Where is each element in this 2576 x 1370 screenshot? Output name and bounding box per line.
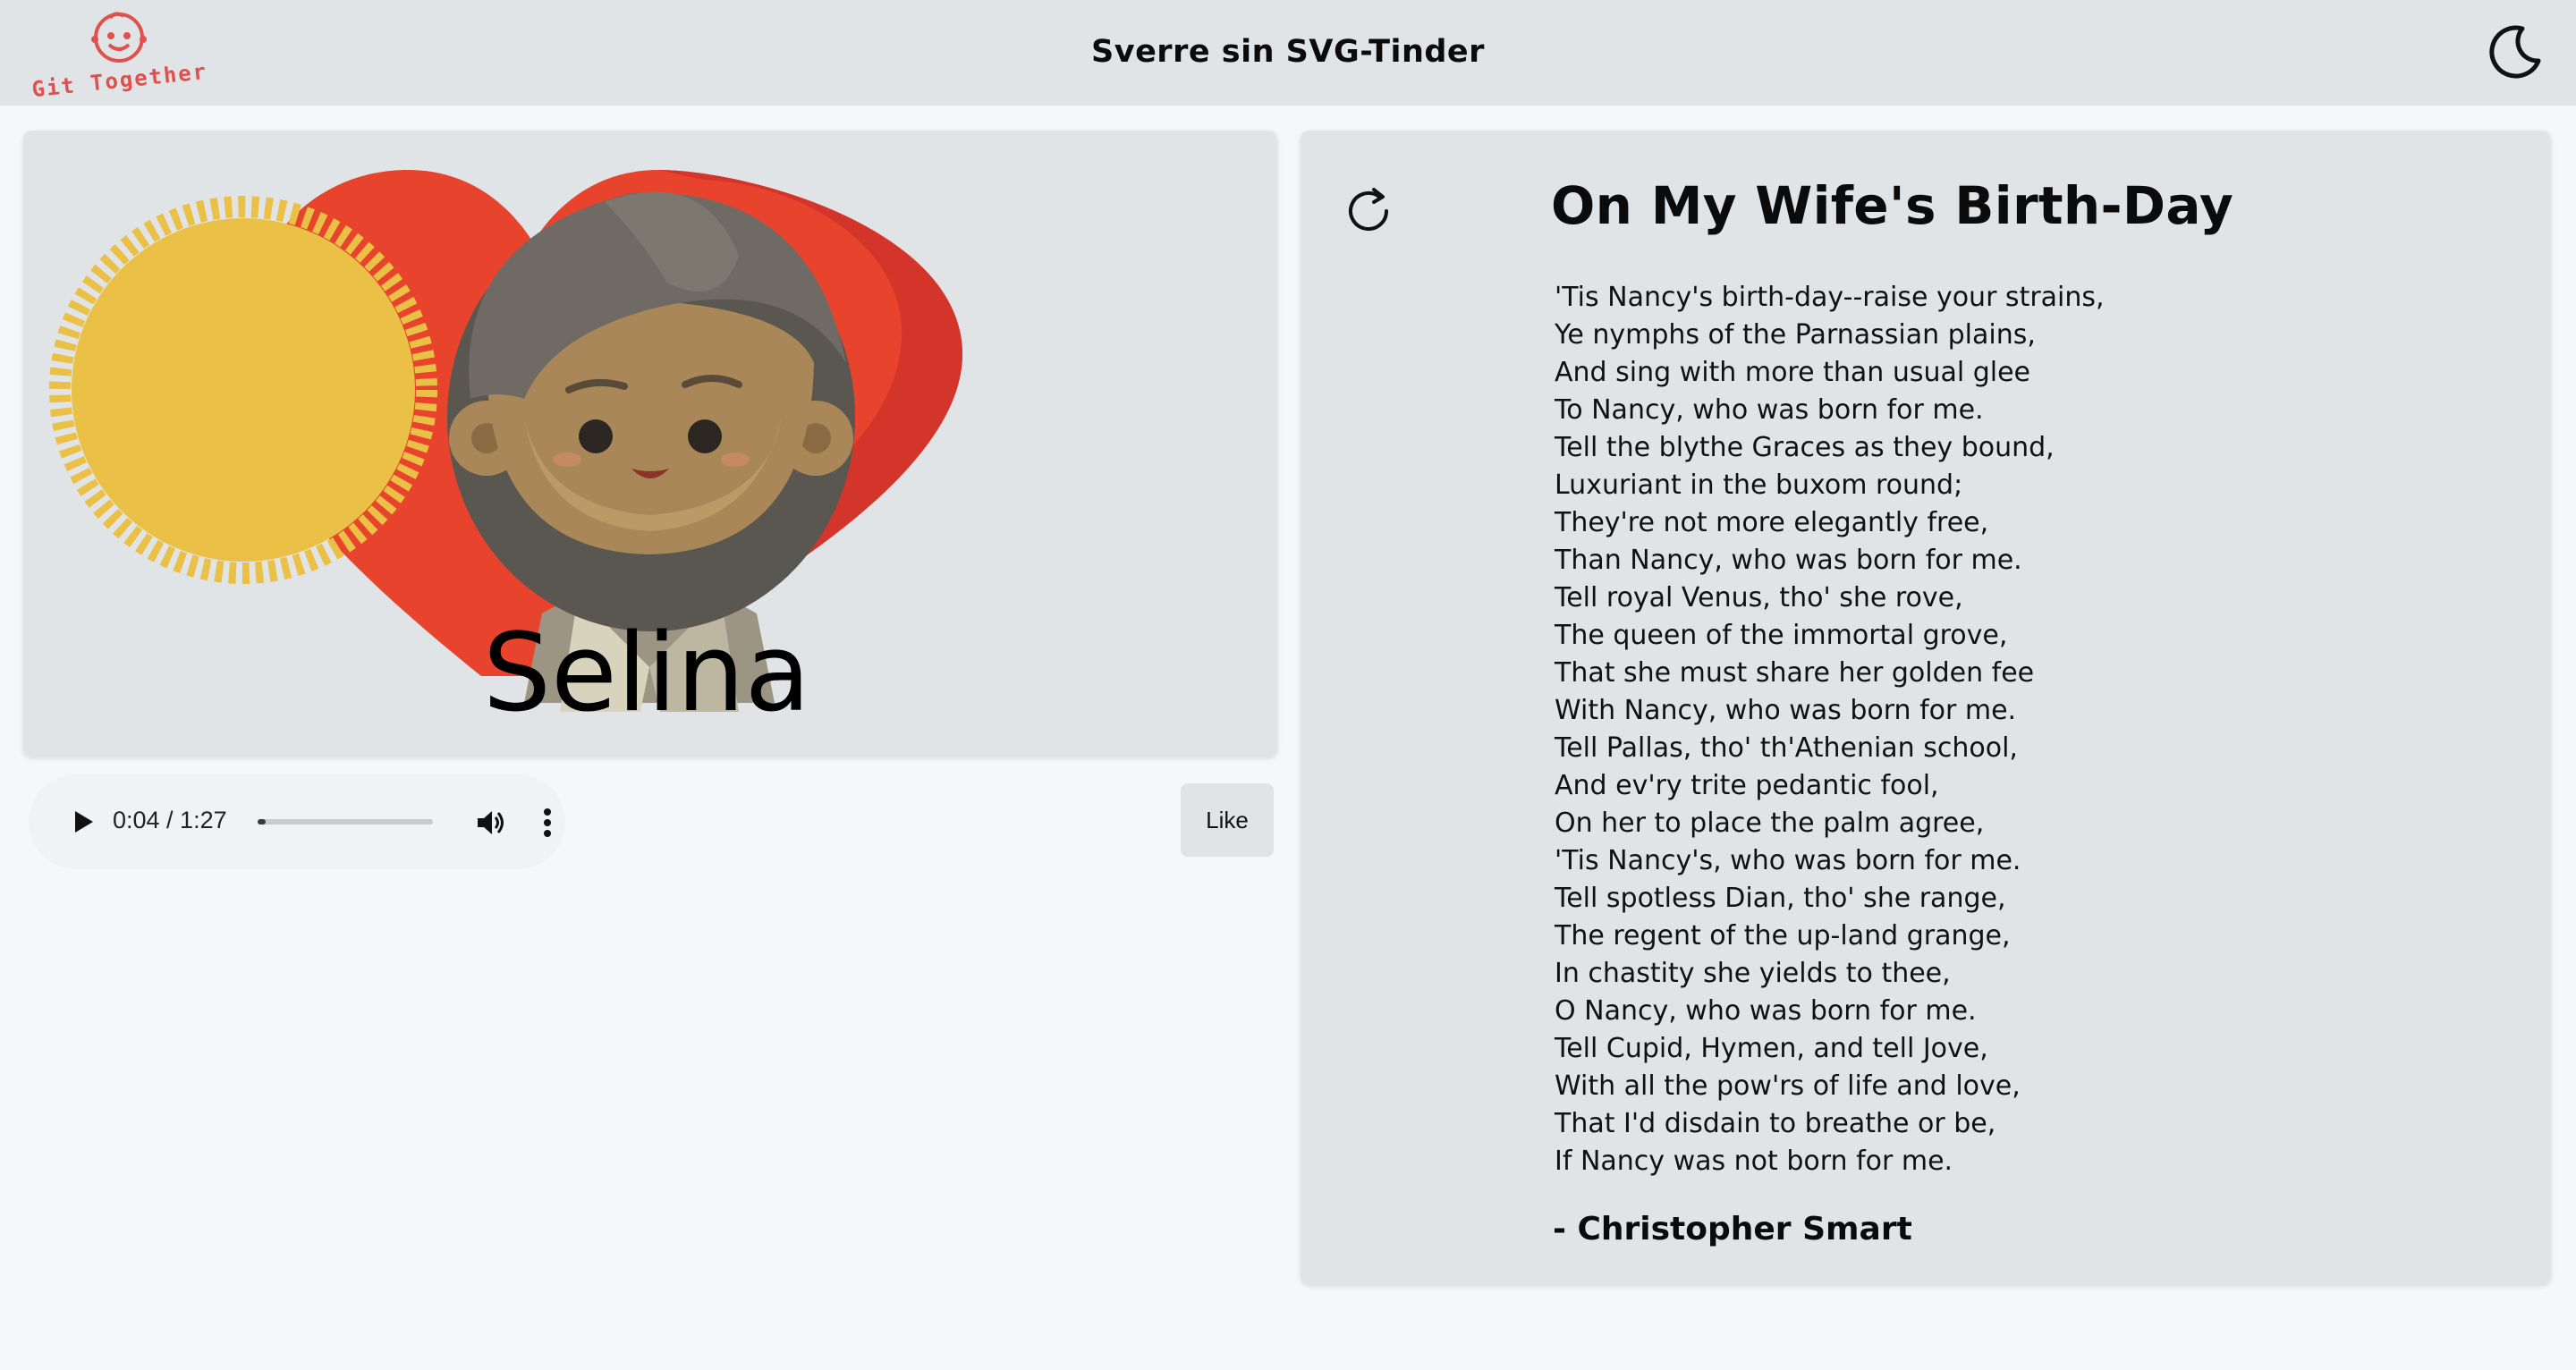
refresh-icon[interactable] <box>1343 184 1397 238</box>
poem-line: The queen of the immortal grove, <box>1555 620 2008 651</box>
poem-title: On My Wife's Birth-Day <box>1551 175 2234 236</box>
poem-line: Than Nancy, who was born for me. <box>1555 545 2022 576</box>
audio-progress-fill <box>258 819 267 825</box>
poem-line: If Nancy was not born for me. <box>1555 1146 1953 1177</box>
poem-line: Ye nymphs of the Parnassian plains, <box>1555 319 2036 351</box>
profile-name: Selina <box>482 612 811 736</box>
poem-line: Tell the blythe Graces as they bound, <box>1555 432 2055 463</box>
poem-line: With Nancy, who was born for me. <box>1555 695 2017 726</box>
moon-icon[interactable] <box>2483 20 2546 82</box>
poem-line: O Nancy, who was born for me. <box>1555 995 1977 1027</box>
poem-line: That she must share her golden fee <box>1555 657 2035 689</box>
poem-line: Tell Pallas, tho' th'Athenian school, <box>1555 732 2018 764</box>
poem-card: On My Wife's Birth-Day 'Tis Nancy's birt… <box>1301 131 2551 1284</box>
poem-line: That I'd disdain to breathe or be, <box>1555 1108 1996 1139</box>
audio-player[interactable]: 0:04 / 1:27 <box>29 774 565 869</box>
poem-line: Luxuriant in the buxom round; <box>1555 469 1963 501</box>
profile-art-card: Selina <box>23 131 1277 757</box>
poem-line: To Nancy, who was born for me. <box>1555 394 1984 426</box>
audio-seek-bar[interactable] <box>258 819 433 825</box>
play-icon[interactable] <box>64 804 100 840</box>
top-header: Git Together Sverre sin SVG-Tinder <box>0 0 2576 106</box>
poem-line: And sing with more than usual glee <box>1555 357 2031 388</box>
poem-line: They're not more elegantly free, <box>1555 507 1989 538</box>
poem-line: With all the pow'rs of life and love, <box>1555 1070 2021 1102</box>
poem-line: 'Tis Nancy's birth-day--raise your strai… <box>1555 282 2105 313</box>
poem-line: And ev'ry trite pedantic fool, <box>1555 770 1939 801</box>
audio-time: 0:04 / 1:27 <box>113 807 227 833</box>
poem-author: - Christopher Smart <box>1553 1211 1912 1247</box>
poem-line: The regent of the up-land grange, <box>1555 920 2011 951</box>
poem-line: Tell royal Venus, tho' she rove, <box>1555 582 1963 613</box>
more-options-icon[interactable] <box>531 805 564 841</box>
poem-line: In chastity she yields to thee, <box>1555 958 1951 989</box>
volume-icon[interactable] <box>472 805 508 841</box>
poem-line: On her to place the palm agree, <box>1555 808 1985 839</box>
poem-line: Tell spotless Dian, tho' she range, <box>1555 883 2006 914</box>
poem-line: 'Tis Nancy's, who was born for me. <box>1555 845 2021 876</box>
page-title: Sverre sin SVG-Tinder <box>1091 34 1485 70</box>
poem-lines: 'Tis Nancy's birth-day--raise your strai… <box>1555 279 2105 1180</box>
like-button[interactable]: Like <box>1181 783 1274 857</box>
poem-line: Tell Cupid, Hymen, and tell Jove, <box>1555 1033 1988 1064</box>
